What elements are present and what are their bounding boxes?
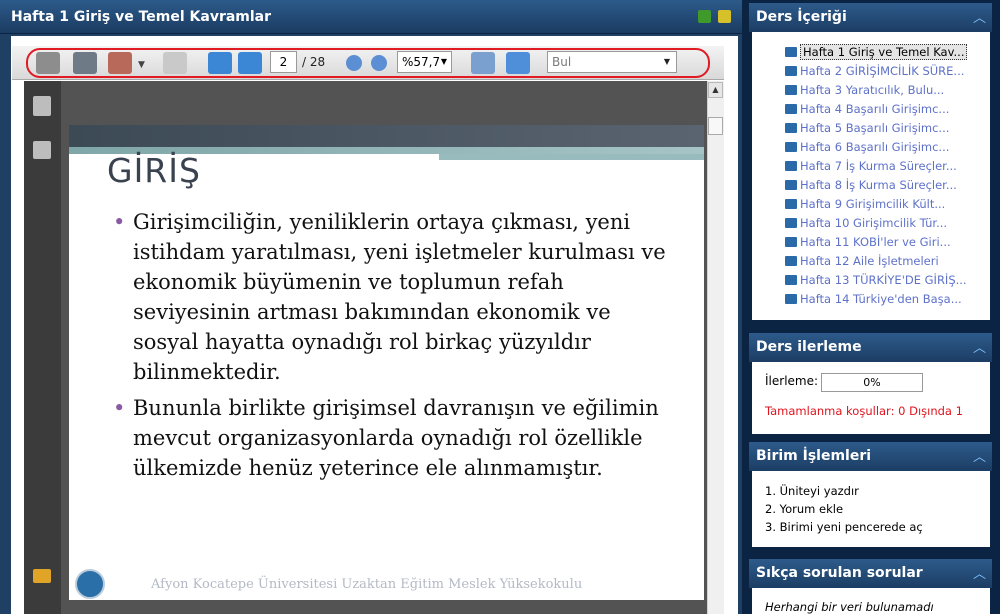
book-icon	[785, 180, 797, 190]
faq-header: Sıkça sorulan sorular ︿	[749, 559, 992, 588]
slide-page: GİRİŞ Girişimciliğin, yeniliklerin ortay…	[69, 125, 704, 600]
toolbar-highlight	[26, 48, 710, 78]
book-icon	[785, 199, 797, 209]
book-icon	[785, 85, 797, 95]
book-icon	[785, 294, 797, 304]
lms-page: Hafta 1 Giriş ve Temel Kavramlar ▼ 2 / 2…	[0, 0, 1000, 614]
chevron-up-icon[interactable]: ︿	[973, 337, 986, 356]
scroll-thumb[interactable]	[708, 117, 723, 135]
progress-value: 0%	[821, 373, 923, 392]
book-icon	[785, 218, 797, 228]
course-progress-body: İlerleme: 0% Tamamlanma koşullar: 0 Dışı…	[752, 362, 990, 434]
university-logo	[75, 569, 105, 599]
bullet-item: Girişimciliğin, yeniliklerin ortaya çıkm…	[113, 207, 673, 387]
progress-label: İlerleme:	[765, 374, 819, 388]
faq-box: Sıkça sorulan sorular ︿ Herhangi bir ver…	[749, 559, 992, 614]
course-progress-title: Ders ilerleme	[756, 339, 862, 355]
slide-bullets: Girişimciliğin, yeniliklerin ortaya çıkm…	[113, 207, 673, 489]
unit-ops-title: Birim İşlemleri	[756, 448, 872, 464]
bullet-item: Bununla birlikte girişimsel davranışın v…	[113, 393, 673, 483]
completion-conditions: Tamamlanma koşullar: 0 Dışında 1	[765, 404, 963, 418]
chevron-up-icon[interactable]: ︿	[973, 7, 986, 26]
course-progress-box: Ders ilerleme ︿ İlerleme: 0% Tamamlanma …	[749, 333, 992, 434]
open-new-window-link[interactable]: 3. Birimi yeni pencerede aç	[765, 520, 923, 534]
unit-ops-header: Birim İşlemleri ︿	[749, 442, 992, 471]
chevron-up-icon[interactable]: ︿	[973, 563, 986, 582]
unit-ops-box: Birim İşlemleri ︿ 1. Üniteyi yazdır 2. Y…	[749, 442, 992, 547]
course-content-header: Ders İçeriği ︿	[749, 3, 992, 32]
book-icon	[785, 66, 797, 76]
notes-icon[interactable]	[718, 10, 731, 23]
slide-header-band	[69, 125, 704, 147]
print-unit-link[interactable]: 1. Üniteyi yazdır	[765, 484, 859, 498]
course-progress-header: Ders ilerleme ︿	[749, 333, 992, 362]
unit-ops-list: 1. Üniteyi yazdır 2. Yorum ekle 3. Birim…	[752, 471, 990, 547]
faq-empty-text: Herhangi bir veri bulunamadı	[765, 600, 934, 614]
scroll-up-icon[interactable]: ▲	[708, 82, 723, 98]
next-icon[interactable]	[698, 10, 711, 23]
chevron-up-icon[interactable]: ︿	[973, 446, 986, 465]
comments-icon[interactable]	[33, 569, 51, 583]
faq-body: Herhangi bir veri bulunamadı	[752, 588, 990, 614]
slide-title: GİRİŞ	[107, 151, 201, 190]
book-icon	[785, 104, 797, 114]
add-comment-link[interactable]: 2. Yorum ekle	[765, 502, 843, 516]
content-panel-header: Hafta 1 Giriş ve Temel Kavramlar	[0, 0, 742, 34]
book-icon	[785, 142, 797, 152]
pdf-side-rail	[24, 81, 61, 614]
pages-icon[interactable]	[33, 96, 51, 116]
page-title: Hafta 1 Giriş ve Temel Kavramlar	[11, 9, 272, 25]
slide-footer: Afyon Kocatepe Üniversitesi Uzaktan Eğit…	[151, 577, 583, 592]
book-icon	[785, 237, 797, 247]
book-icon	[785, 256, 797, 266]
attachments-icon[interactable]	[33, 141, 51, 159]
book-icon	[785, 123, 797, 133]
book-icon	[785, 161, 797, 171]
slide-header-band	[439, 154, 704, 160]
book-icon	[785, 275, 797, 285]
vertical-scrollbar[interactable]	[707, 81, 724, 614]
course-content-box: Ders İçeriği ︿ Hafta 1 Giriş ve Temel Ka…	[749, 3, 992, 323]
course-content-list: Hafta 1 Giriş ve Temel Kav... Hafta 2 Gİ…	[752, 32, 990, 320]
book-icon	[785, 47, 797, 57]
faq-title: Sıkça sorulan sorular	[756, 565, 923, 581]
course-content-title: Ders İçeriği	[756, 9, 847, 25]
